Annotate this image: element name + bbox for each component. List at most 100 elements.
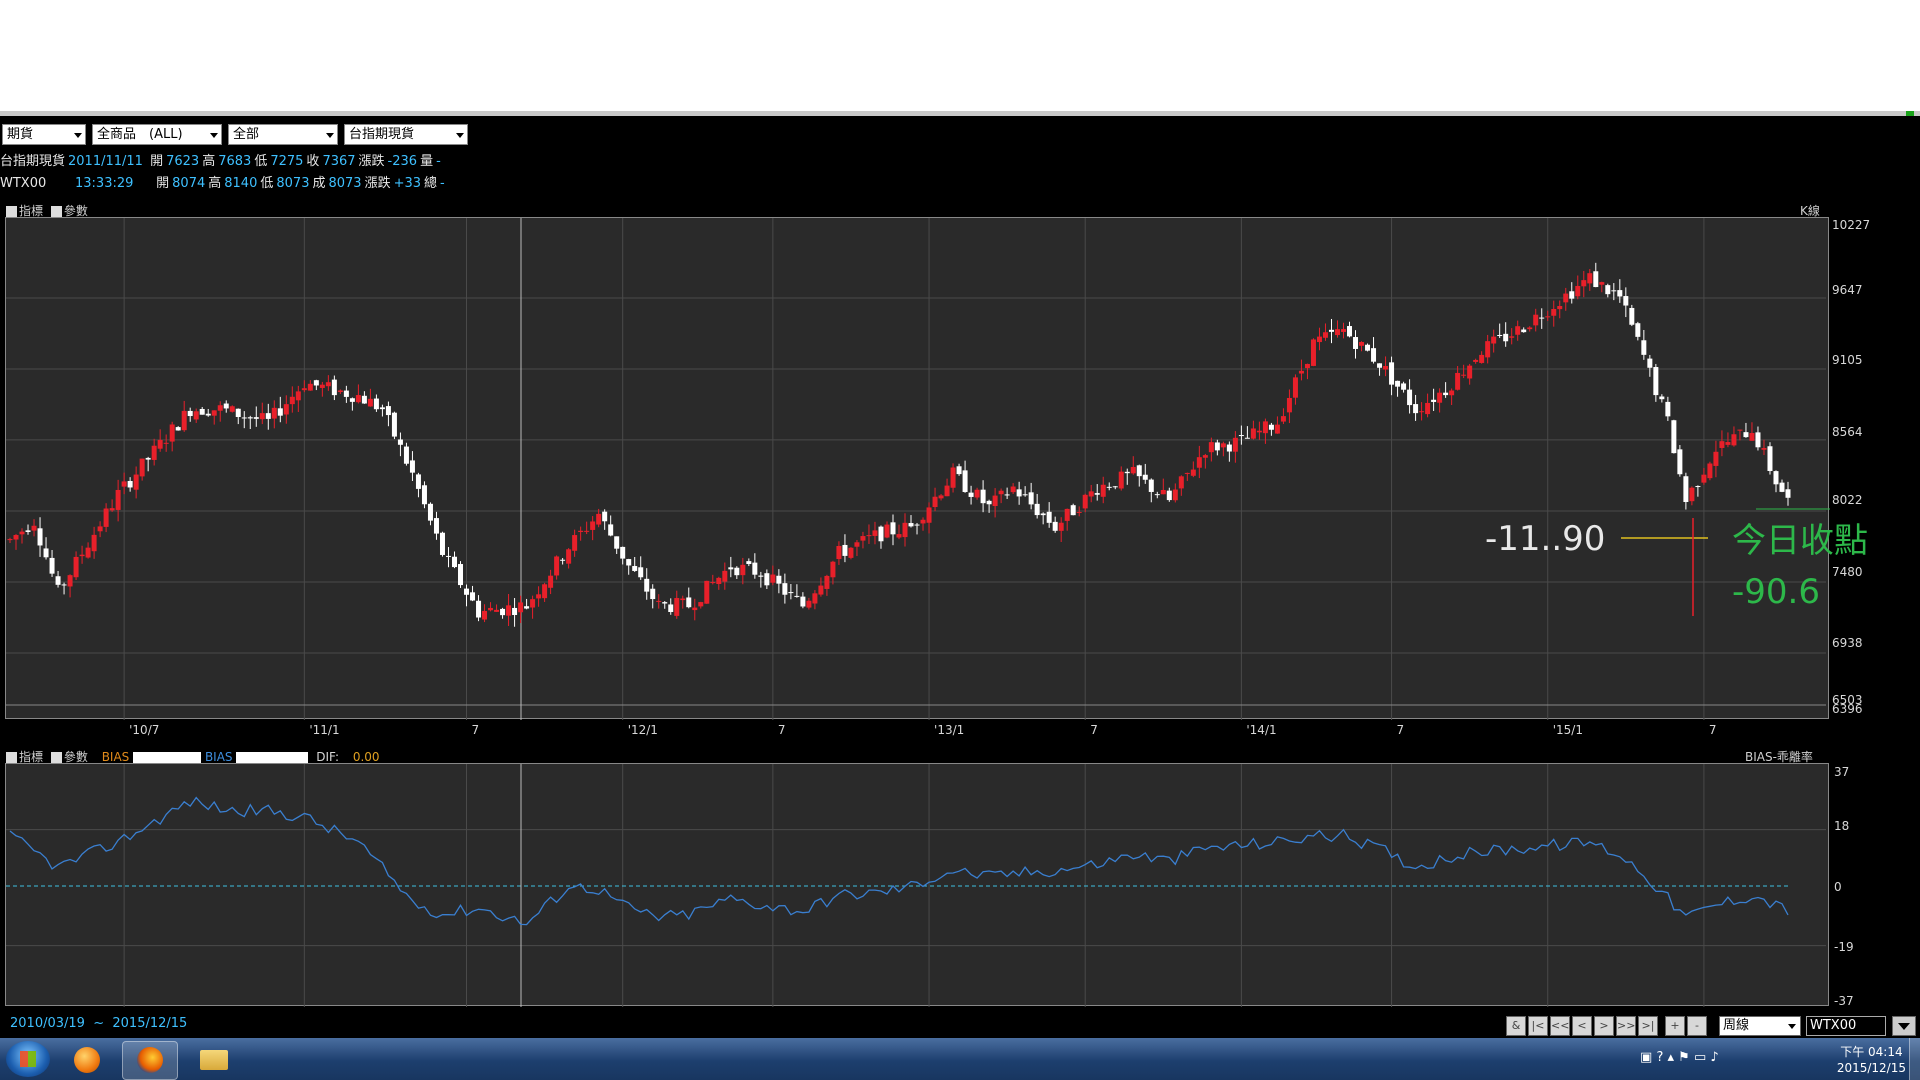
candle-body: [55, 576, 61, 585]
scroll-down-button[interactable]: [1892, 1016, 1916, 1036]
candle-body: [1413, 404, 1419, 414]
symbol-input[interactable]: WTX00: [1806, 1016, 1886, 1036]
symbol-dropdown[interactable]: 台指期現貨: [344, 124, 468, 145]
nav-button[interactable]: >>: [1616, 1016, 1636, 1036]
category-value: 全部: [233, 127, 260, 142]
help-icon[interactable]: ?: [1656, 1050, 1663, 1065]
candle-body: [536, 594, 542, 599]
candle-body: [1214, 442, 1220, 451]
candle-body: [1779, 482, 1785, 492]
candle-body: [1611, 290, 1617, 292]
taskbar-explorer[interactable]: [186, 1041, 240, 1078]
flag-icon[interactable]: ⚑: [1678, 1050, 1690, 1065]
tab-indicator[interactable]: 指標: [19, 204, 43, 218]
candle-body: [1767, 446, 1773, 472]
tab-parameter[interactable]: 參數: [64, 750, 88, 764]
annotation-today-label: 今日收點: [1732, 521, 1868, 561]
candle-body: [331, 379, 337, 396]
high-label: 高: [208, 176, 222, 191]
candle-body: [1479, 354, 1485, 363]
nav-button[interactable]: >|: [1638, 1016, 1658, 1036]
candle-body: [584, 530, 590, 532]
change-value: +33: [393, 176, 422, 191]
category-dropdown[interactable]: 全部: [228, 124, 338, 145]
candle-body: [373, 398, 379, 410]
candle-body: [560, 559, 566, 561]
start-button[interactable]: [6, 1041, 50, 1077]
bias1-input[interactable]: [133, 751, 202, 764]
taskbar-clock[interactable]: 下午 04:14 2015/12/15: [1837, 1044, 1906, 1076]
period-select[interactable]: 周線: [1719, 1016, 1801, 1036]
candle-body: [1731, 434, 1737, 446]
candle-body: [157, 439, 163, 449]
kline-chart-panel[interactable]: [5, 217, 1830, 720]
bias2-input[interactable]: [236, 751, 309, 764]
indicator-toggle-icon[interactable]: [6, 752, 17, 763]
candle-body: [1671, 420, 1677, 454]
tray-arrow-icon[interactable]: ▴: [1667, 1050, 1674, 1065]
candle-body: [409, 460, 415, 473]
nav-button[interactable]: &: [1506, 1016, 1526, 1036]
candle-body: [1563, 293, 1569, 303]
tray-icons: ▣ ? ▴ ⚑ ▭ ♪: [1640, 1050, 1719, 1065]
candle-body: [1028, 492, 1034, 505]
candle-body: [1172, 489, 1178, 501]
volume-label: 總: [424, 176, 438, 191]
candle-body: [37, 528, 43, 546]
candle-body: [1383, 365, 1389, 370]
monitor-icon[interactable]: ▭: [1694, 1050, 1706, 1065]
nav-button[interactable]: >: [1594, 1016, 1614, 1036]
kline-xtick-label: 7: [1090, 723, 1098, 737]
product-dropdown[interactable]: 全商品 (ALL): [92, 124, 222, 145]
market-type-dropdown[interactable]: 期貨: [2, 124, 86, 145]
network-icon[interactable]: ▣: [1640, 1050, 1652, 1065]
volume-value: -: [440, 176, 445, 191]
nav-button[interactable]: |<: [1528, 1016, 1548, 1036]
candle-body: [1244, 437, 1250, 439]
candle-body: [415, 474, 421, 489]
parameter-toggle-icon[interactable]: [50, 752, 62, 763]
candle-body: [1653, 367, 1659, 396]
kline-xtick-label: '15/1: [1552, 723, 1583, 737]
candle-body: [1377, 363, 1383, 368]
candle-body: [1599, 282, 1605, 285]
candle-body: [848, 547, 854, 558]
nav-button[interactable]: -: [1687, 1016, 1707, 1036]
tab-parameter[interactable]: 參數: [64, 204, 88, 218]
candle-body: [1310, 339, 1316, 366]
candle-body: [265, 413, 271, 419]
dif-label: DIF:: [316, 750, 340, 764]
volume-label: 量: [420, 154, 434, 169]
candle-body: [758, 575, 764, 577]
candle-body: [439, 532, 445, 555]
taskbar-app-orange[interactable]: [60, 1041, 114, 1078]
change-value: -236: [387, 154, 418, 169]
candle-body: [1737, 429, 1743, 431]
candle-body: [1617, 290, 1623, 297]
candle-body: [674, 598, 680, 616]
nav-button[interactable]: <: [1572, 1016, 1592, 1036]
candle-body: [704, 580, 710, 604]
nav-button[interactable]: <<: [1550, 1016, 1570, 1036]
candle-body: [764, 573, 770, 586]
nav-button[interactable]: +: [1665, 1016, 1685, 1036]
show-desktop-button[interactable]: [1909, 1038, 1920, 1080]
bias-chart-panel[interactable]: [5, 763, 1829, 1007]
kline-ytick-label: 10227: [1832, 218, 1871, 232]
candle-body: [686, 597, 692, 608]
volume-icon[interactable]: ♪: [1710, 1050, 1718, 1065]
candle-body: [656, 600, 662, 602]
bias1-label: BIAS: [101, 750, 130, 764]
candle-body: [1208, 442, 1214, 453]
candle-body: [488, 607, 494, 611]
candle-body: [1268, 424, 1274, 430]
tab-indicator[interactable]: 指標: [19, 750, 43, 764]
candle-body: [1100, 484, 1106, 497]
candle-body: [644, 578, 650, 592]
candle-body: [325, 382, 331, 387]
parameter-toggle-icon[interactable]: [50, 206, 62, 217]
indicator-toggle-icon[interactable]: [6, 206, 17, 217]
candle-body: [211, 410, 217, 416]
candle-body: [181, 410, 187, 431]
taskbar-firefox[interactable]: [122, 1041, 178, 1080]
